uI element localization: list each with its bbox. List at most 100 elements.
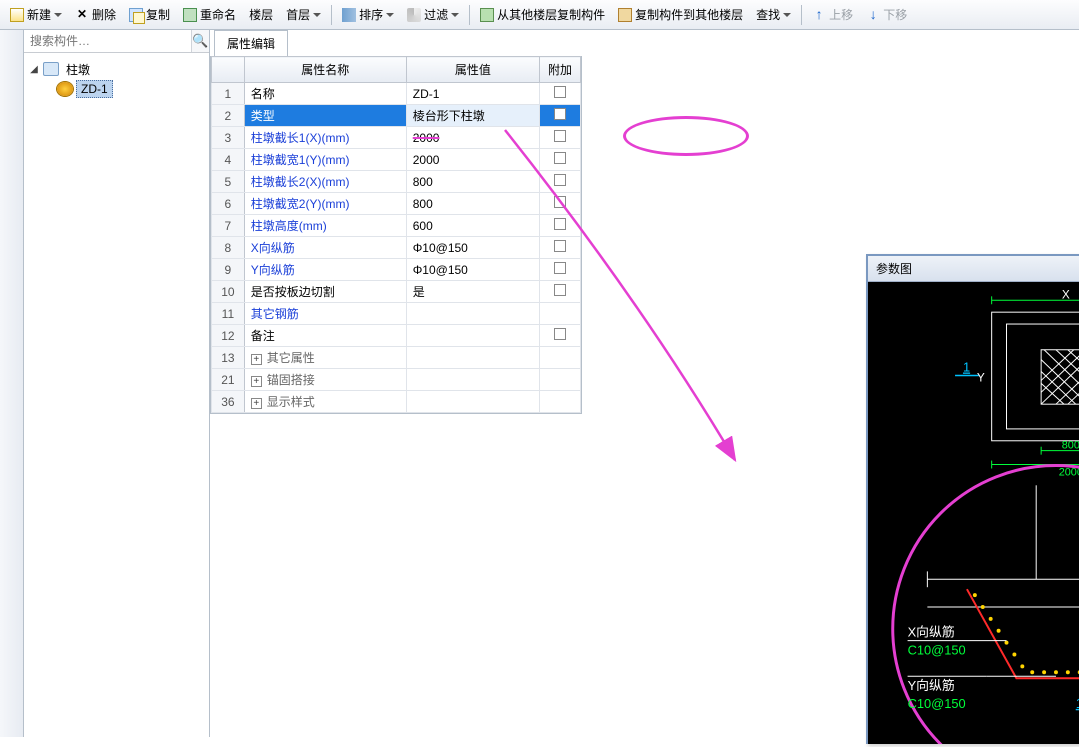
copy-from-button[interactable]: 从其他楼层复制构件 <box>474 4 611 25</box>
prop-name[interactable]: +显示样式 <box>244 391 406 413</box>
checkbox-icon[interactable] <box>554 262 566 274</box>
search-button[interactable]: 🔍 <box>191 30 209 52</box>
delete-button[interactable]: ✕删除 <box>69 4 122 25</box>
checkbox-icon[interactable] <box>554 86 566 98</box>
prop-extra[interactable] <box>539 215 580 237</box>
prop-extra[interactable] <box>539 149 580 171</box>
row-number: 1 <box>212 83 245 105</box>
checkbox-icon[interactable] <box>554 218 566 230</box>
floor-select[interactable]: 首层 <box>280 4 327 25</box>
checkbox-icon[interactable] <box>554 284 566 296</box>
prop-value[interactable]: 棱台形下柱墩 <box>406 105 539 127</box>
prop-name[interactable]: 柱墩高度(mm) <box>244 215 406 237</box>
expand-icon[interactable]: + <box>251 376 262 387</box>
prop-extra[interactable] <box>539 391 580 413</box>
header-extra[interactable]: 附加 <box>539 57 580 83</box>
move-down-button[interactable]: ↓下移 <box>860 4 913 25</box>
header-name[interactable]: 属性名称 <box>244 57 406 83</box>
prop-name[interactable]: 备注 <box>244 325 406 347</box>
prop-extra[interactable] <box>539 105 580 127</box>
prop-value[interactable] <box>406 347 539 369</box>
table-row[interactable]: 5柱墩截长2(X)(mm)800 <box>212 171 581 193</box>
prop-name[interactable]: +锚固搭接 <box>244 369 406 391</box>
find-button[interactable]: 查找 <box>750 4 797 25</box>
tree-root[interactable]: ◢ 柱墩 <box>28 59 205 79</box>
table-row[interactable]: 12备注 <box>212 325 581 347</box>
table-row[interactable]: 6柱墩截宽2(Y)(mm)800 <box>212 193 581 215</box>
prop-value[interactable]: 2000 <box>406 127 539 149</box>
prop-name[interactable]: 柱墩截宽1(Y)(mm) <box>244 149 406 171</box>
table-row[interactable]: 3柱墩截长1(X)(mm)2000 <box>212 127 581 149</box>
prop-value[interactable] <box>406 325 539 347</box>
checkbox-icon[interactable] <box>554 108 566 120</box>
table-row[interactable]: 11其它钢筋 <box>212 303 581 325</box>
expand-icon[interactable]: + <box>251 398 262 409</box>
table-row[interactable]: 4柱墩截宽1(Y)(mm)2000 <box>212 149 581 171</box>
table-row[interactable]: 10是否按板边切割是 <box>212 281 581 303</box>
expand-icon[interactable]: + <box>251 354 262 365</box>
prop-value[interactable]: Φ10@150 <box>406 237 539 259</box>
row-number: 7 <box>212 215 245 237</box>
prop-extra[interactable] <box>539 347 580 369</box>
sort-button[interactable]: 排序 <box>336 4 400 25</box>
prop-name[interactable]: 柱墩截长2(X)(mm) <box>244 171 406 193</box>
prop-extra[interactable] <box>539 127 580 149</box>
prop-extra[interactable] <box>539 325 580 347</box>
prop-name[interactable]: 其它钢筋 <box>244 303 406 325</box>
prop-value[interactable]: 800 <box>406 193 539 215</box>
table-row[interactable]: 13+其它属性 <box>212 347 581 369</box>
prop-value[interactable]: 是 <box>406 281 539 303</box>
prop-value[interactable] <box>406 391 539 413</box>
prop-extra[interactable] <box>539 83 580 105</box>
prop-extra[interactable] <box>539 281 580 303</box>
prop-extra[interactable] <box>539 259 580 281</box>
prop-name[interactable]: 柱墩截长1(X)(mm) <box>244 127 406 149</box>
checkbox-icon[interactable] <box>554 152 566 164</box>
prop-value[interactable] <box>406 369 539 391</box>
prop-value[interactable]: Φ10@150 <box>406 259 539 281</box>
collapse-icon[interactable]: ◢ <box>28 64 40 75</box>
table-row[interactable]: 36+显示样式 <box>212 391 581 413</box>
search-input[interactable] <box>24 30 191 52</box>
checkbox-icon[interactable] <box>554 240 566 252</box>
move-up-button[interactable]: ↑上移 <box>806 4 859 25</box>
filter-button[interactable]: 过滤 <box>401 4 465 25</box>
copy-button[interactable]: 复制 <box>123 4 176 25</box>
copy-to-label: 复制构件到其他楼层 <box>635 6 743 23</box>
prop-name[interactable]: 是否按板边切割 <box>244 281 406 303</box>
prop-name[interactable]: X向纵筋 <box>244 237 406 259</box>
prop-value[interactable]: 2000 <box>406 149 539 171</box>
table-row[interactable]: 1名称ZD-1 <box>212 83 581 105</box>
prop-extra[interactable] <box>539 237 580 259</box>
prop-name[interactable]: Y向纵筋 <box>244 259 406 281</box>
prop-name[interactable]: +其它属性 <box>244 347 406 369</box>
table-row[interactable]: 7柱墩高度(mm)600 <box>212 215 581 237</box>
prop-value[interactable] <box>406 303 539 325</box>
prop-extra[interactable] <box>539 369 580 391</box>
separator <box>469 5 470 25</box>
prop-value[interactable]: ZD-1 <box>406 83 539 105</box>
copy-to-button[interactable]: 复制构件到其他楼层 <box>612 4 749 25</box>
prop-name[interactable]: 柱墩截宽2(Y)(mm) <box>244 193 406 215</box>
checkbox-icon[interactable] <box>554 328 566 340</box>
prop-value[interactable]: 800 <box>406 171 539 193</box>
prop-value[interactable]: 600 <box>406 215 539 237</box>
prop-extra[interactable] <box>539 171 580 193</box>
prop-name[interactable]: 类型 <box>244 105 406 127</box>
table-row[interactable]: 2类型棱台形下柱墩 <box>212 105 581 127</box>
checkbox-icon[interactable] <box>554 174 566 186</box>
new-button[interactable]: 新建 <box>4 4 68 25</box>
rename-button[interactable]: 重命名 <box>177 4 242 25</box>
tree-node[interactable]: ZD-1 <box>28 79 205 99</box>
header-value[interactable]: 属性值 <box>406 57 539 83</box>
prop-extra[interactable] <box>539 303 580 325</box>
table-row[interactable]: 21+锚固搭接 <box>212 369 581 391</box>
tab-property-edit[interactable]: 属性编辑 <box>214 30 288 56</box>
table-row[interactable]: 9Y向纵筋Φ10@150 <box>212 259 581 281</box>
prop-name[interactable]: 名称 <box>244 83 406 105</box>
checkbox-icon[interactable] <box>554 130 566 142</box>
table-row[interactable]: 8X向纵筋Φ10@150 <box>212 237 581 259</box>
checkbox-icon[interactable] <box>554 196 566 208</box>
down-label: 下移 <box>883 6 907 23</box>
prop-extra[interactable] <box>539 193 580 215</box>
